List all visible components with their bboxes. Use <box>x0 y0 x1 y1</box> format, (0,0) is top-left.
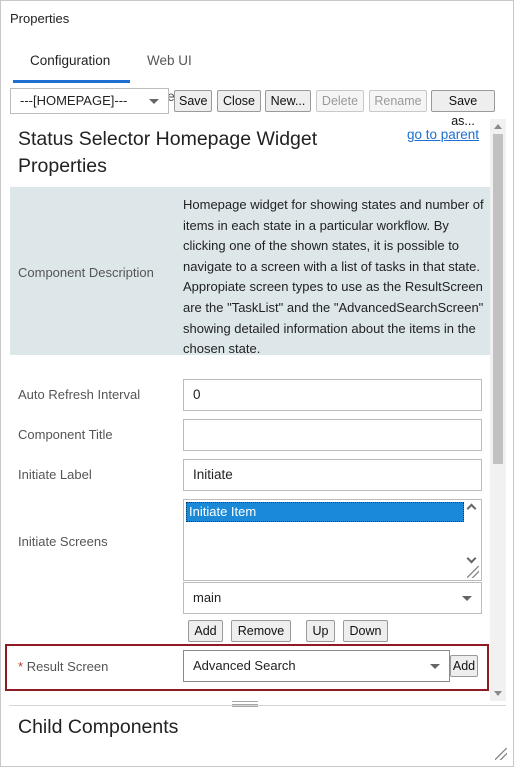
tab-configuration[interactable]: Configuration <box>13 43 130 83</box>
move-down-button[interactable]: Down <box>343 620 388 642</box>
panel-title: Properties <box>10 11 70 26</box>
chevron-up-icon[interactable] <box>466 503 477 514</box>
properties-content: Status Selector Homepage Widget Properti… <box>9 119 507 701</box>
initiate-label-label: Initiate Label <box>18 467 92 482</box>
initiate-screens-label: Initiate Screens <box>18 534 108 549</box>
resize-grip-icon[interactable] <box>467 566 479 578</box>
page-select-value: ---[HOMEPAGE]--- <box>20 93 128 108</box>
splitter-handle[interactable] <box>232 701 258 707</box>
save-button[interactable]: Save <box>174 90 212 112</box>
add-initiate-screen-button[interactable]: Add <box>188 620 223 642</box>
delete-button: Delete <box>316 90 364 112</box>
toolbar: ---[HOMEPAGE]--- Save Close New... Delet… <box>8 86 508 128</box>
save-as-button[interactable]: Save as... <box>431 90 495 128</box>
move-up-button[interactable]: Up <box>306 620 335 642</box>
initiate-screens-listbox[interactable]: Initiate Item <box>183 499 482 581</box>
scrollbar-thumb[interactable] <box>493 134 503 464</box>
initiate-label-input[interactable]: Initiate <box>183 459 482 491</box>
new-button[interactable]: New... <box>265 90 311 112</box>
child-components-title: Child Components <box>18 716 179 738</box>
scroll-up-icon[interactable] <box>494 124 502 129</box>
initiate-screens-dropdown[interactable]: main <box>183 582 482 614</box>
auto-refresh-label: Auto Refresh Interval <box>18 387 141 402</box>
properties-panel: Properties Configuration Web UI style --… <box>0 0 514 767</box>
component-description-text: Homepage widget for showing states and n… <box>183 197 484 357</box>
component-description-row: Component Description Homepage widget fo… <box>10 187 490 356</box>
rename-button: Rename <box>369 90 427 112</box>
tab-web-ui-style[interactable]: Web UI style <box>130 43 240 104</box>
list-item[interactable]: Initiate Item <box>186 502 464 522</box>
tab-bar: Configuration Web UI style <box>13 43 503 104</box>
resize-grip-icon[interactable] <box>495 748 507 760</box>
content-scrollbar[interactable] <box>490 119 506 701</box>
chevron-down-icon[interactable] <box>466 553 477 564</box>
component-title-label: Component Title <box>18 427 113 442</box>
auto-refresh-input[interactable]: 0 <box>183 379 482 411</box>
close-button[interactable]: Close <box>217 90 261 112</box>
result-screen-highlight <box>5 644 489 691</box>
initiate-screens-dropdown-value: main <box>193 590 222 605</box>
component-title-input[interactable] <box>183 419 482 451</box>
scroll-down-icon[interactable] <box>494 691 502 696</box>
go-to-parent-link[interactable]: go to parent <box>407 127 479 142</box>
remove-initiate-screen-button[interactable]: Remove <box>231 620 291 642</box>
chevron-down-icon <box>462 596 472 601</box>
chevron-down-icon <box>149 99 159 104</box>
page-select[interactable]: ---[HOMEPAGE]--- <box>10 88 169 114</box>
page-title: Status Selector Homepage Widget Properti… <box>18 128 318 177</box>
component-description-label: Component Description <box>18 265 154 280</box>
